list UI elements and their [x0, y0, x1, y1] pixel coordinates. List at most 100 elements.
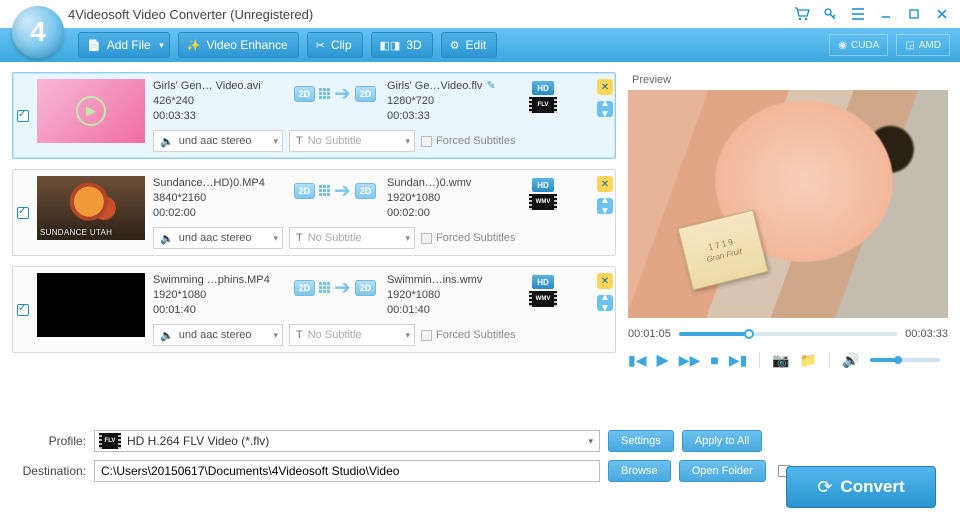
- item-checkbox[interactable]: [13, 170, 33, 255]
- 3d-button[interactable]: ◧◨3D: [371, 32, 433, 58]
- nvidia-icon: ◉: [838, 40, 847, 51]
- convert-button[interactable]: ⟳ Convert: [786, 466, 936, 508]
- arrow-icon: ➔: [334, 275, 351, 300]
- cuda-button[interactable]: ◉CUDA: [829, 34, 888, 56]
- source-duration: 00:03:33: [153, 109, 283, 124]
- maximize-button[interactable]: [902, 3, 926, 25]
- item-checkbox[interactable]: [13, 73, 33, 158]
- format-film-icon: WMV: [529, 194, 557, 210]
- forced-subtitles-checkbox[interactable]: Forced Subtitles: [421, 329, 515, 341]
- time-total: 00:03:33: [905, 328, 948, 340]
- reorder-item-button[interactable]: ▲▼: [597, 101, 613, 117]
- app-logo: 4: [12, 6, 64, 58]
- remove-item-button[interactable]: ✕: [597, 273, 613, 289]
- amd-label: AMD: [919, 40, 941, 51]
- dest-duration: 00:02:00: [387, 206, 517, 221]
- add-file-button[interactable]: 📄Add File: [78, 32, 170, 58]
- subtitle-icon: T: [296, 232, 303, 244]
- preview-panel: Preview 1719 Gran Fruit 00:01:05 00:03:3…: [628, 72, 948, 422]
- item-thumbnail[interactable]: [37, 273, 145, 337]
- volume-icon[interactable]: 🔊: [842, 352, 859, 369]
- format-indicator[interactable]: HD FLV: [523, 79, 563, 113]
- 3d-icon: ◧◨: [380, 39, 401, 52]
- amd-icon: ◲: [905, 40, 914, 51]
- forced-label: Forced Subtitles: [436, 135, 515, 147]
- next-button[interactable]: ▶▮: [729, 352, 747, 369]
- item-thumbnail[interactable]: ▶: [37, 79, 145, 143]
- apply-all-button[interactable]: Apply to All: [682, 430, 762, 452]
- window-title: 4Videosoft Video Converter (Unregistered…: [68, 7, 313, 22]
- settings-button[interactable]: Settings: [608, 430, 674, 452]
- audio-dropdown[interactable]: 🔈und aac stereo: [153, 227, 283, 249]
- hd-badge: HD: [532, 178, 554, 192]
- dest-info: Swimmin…ins.wmv 1920*1080 00:01:40: [387, 273, 517, 318]
- subtitle-placeholder: No Subtitle: [308, 135, 362, 147]
- 2d-badge: 2D: [294, 183, 316, 199]
- snapshot-button[interactable]: 📷: [772, 352, 789, 369]
- source-name: Swimming …phins.MP4: [153, 273, 283, 288]
- audio-value: und aac stereo: [179, 135, 252, 147]
- speaker-icon: 🔈: [160, 329, 174, 342]
- close-button[interactable]: [930, 3, 954, 25]
- clip-button[interactable]: ✂Clip: [307, 32, 363, 58]
- reorder-item-button[interactable]: ▲▼: [597, 295, 613, 311]
- amd-button[interactable]: ◲ AMD: [896, 34, 950, 56]
- format-film-icon: FLV: [529, 97, 557, 113]
- audio-dropdown[interactable]: 🔈 und aac stereo: [153, 324, 283, 346]
- edit-name-icon[interactable]: ✎: [486, 80, 495, 92]
- browse-button[interactable]: Browse: [608, 460, 671, 482]
- speaker-icon: 🔈: [160, 135, 174, 148]
- timeline: 00:01:05 00:03:33: [628, 328, 948, 340]
- file-item[interactable]: SUNDANCE UTAH Sundance…HD)0.MP4 3840*216…: [12, 169, 616, 256]
- open-folder-button[interactable]: Open Folder: [679, 460, 766, 482]
- reorder-item-button[interactable]: ▲▼: [597, 198, 613, 214]
- 2d-badge: 2D: [355, 183, 377, 199]
- menu-icon[interactable]: [846, 3, 870, 25]
- enhance-icon: ✨: [187, 39, 201, 52]
- ffwd-button[interactable]: ▶▶: [679, 352, 701, 369]
- grid-icon: [319, 282, 330, 293]
- profile-dropdown[interactable]: FLV HD H.264 FLV Video (*.flv): [94, 430, 600, 452]
- dest-resolution: 1280*720: [387, 94, 517, 109]
- format-indicator[interactable]: HD WMV: [523, 176, 563, 210]
- checkbox-icon: [421, 136, 432, 147]
- subtitle-dropdown[interactable]: TNo Subtitle: [289, 324, 415, 346]
- source-info: Swimming …phins.MP4 1920*1080 00:01:40: [153, 273, 283, 318]
- forced-subtitles-checkbox[interactable]: Forced Subtitles: [421, 135, 515, 147]
- video-enhance-button[interactable]: ✨Video Enhance: [178, 32, 299, 58]
- remove-item-button[interactable]: ✕: [597, 176, 613, 192]
- play-button[interactable]: ▶: [656, 350, 668, 370]
- subtitle-dropdown[interactable]: T No Subtitle: [289, 130, 415, 152]
- source-info: Girls' Gen… Video.avi 426*240 00:03:33: [153, 79, 283, 124]
- audio-value: und aac stereo: [179, 329, 252, 341]
- minimize-button[interactable]: [874, 3, 898, 25]
- dest-duration: 00:01:40: [387, 303, 517, 318]
- key-icon[interactable]: [818, 3, 842, 25]
- source-resolution: 426*240: [153, 94, 283, 109]
- destination-input[interactable]: [94, 460, 600, 482]
- audio-value: und aac stereo: [179, 232, 252, 244]
- item-thumbnail[interactable]: SUNDANCE UTAH: [37, 176, 145, 240]
- subtitle-icon: T: [296, 135, 303, 147]
- subtitle-dropdown[interactable]: T No Subtitle: [289, 227, 415, 249]
- cart-icon[interactable]: [790, 3, 814, 25]
- convert-icon: ⟳: [817, 477, 832, 498]
- volume-slider[interactable]: [870, 358, 940, 362]
- format-indicator[interactable]: HD WMV: [523, 273, 563, 307]
- file-item[interactable]: ▶ Girls' Gen… Video.avi 426*240 00:03:33…: [12, 72, 616, 159]
- stop-button[interactable]: ■: [710, 352, 718, 368]
- forced-subtitles-checkbox[interactable]: Forced Subtitles: [421, 232, 515, 244]
- audio-dropdown[interactable]: 🔈 und aac stereo: [153, 130, 283, 152]
- conversion-graphic: 2D ➔ 2D: [289, 79, 381, 106]
- subtitle-placeholder: No Subtitle: [308, 232, 362, 244]
- file-item[interactable]: Swimming …phins.MP4 1920*1080 00:01:40 2…: [12, 266, 616, 353]
- file-list: ▶ Girls' Gen… Video.avi 426*240 00:03:33…: [12, 72, 616, 422]
- preview-video[interactable]: 1719 Gran Fruit: [628, 90, 948, 318]
- remove-item-button[interactable]: ✕: [597, 79, 613, 95]
- edit-button[interactable]: ⚙Edit: [441, 32, 498, 58]
- open-folder-icon[interactable]: 📁: [800, 352, 817, 369]
- prev-button[interactable]: ▮◀: [628, 352, 646, 369]
- item-checkbox[interactable]: [13, 267, 33, 352]
- 2d-badge: 2D: [294, 86, 316, 102]
- seek-slider[interactable]: [679, 332, 897, 336]
